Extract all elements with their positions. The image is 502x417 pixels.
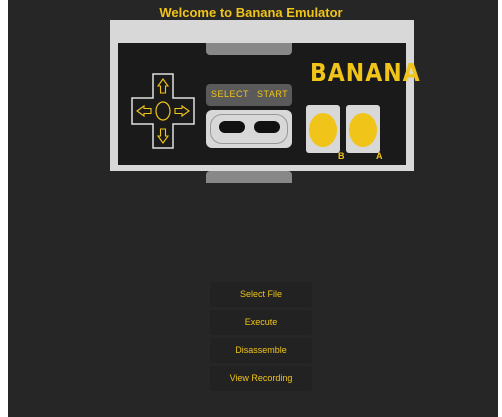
b-button-label: B [338,151,345,161]
dpad-icon [131,73,195,149]
start-label: START [257,89,289,99]
start-button [254,121,280,133]
main-menu: Select File Execute Disassemble View Rec… [210,282,312,394]
a-button [349,113,377,147]
select-start-buttons [206,110,292,148]
select-start-label-panel: SELECT START [206,84,292,106]
b-button-frame [306,105,340,153]
select-file-button[interactable]: Select File [210,282,312,307]
execute-button[interactable]: Execute [210,310,312,335]
controller-image: SELECT START BANANA B A [110,20,420,183]
a-button-frame [346,105,380,153]
b-button [309,113,337,147]
disassemble-button[interactable]: Disassemble [210,338,312,363]
page-title: Welcome to Banana Emulator [159,5,343,20]
view-recording-button[interactable]: View Recording [210,366,312,391]
controller-top-tab [206,43,292,55]
controller-bottom-tab [206,171,292,183]
select-label: SELECT [211,89,250,99]
select-button [219,121,245,133]
brand-logo: BANANA [310,59,421,88]
a-button-label: A [376,151,383,161]
